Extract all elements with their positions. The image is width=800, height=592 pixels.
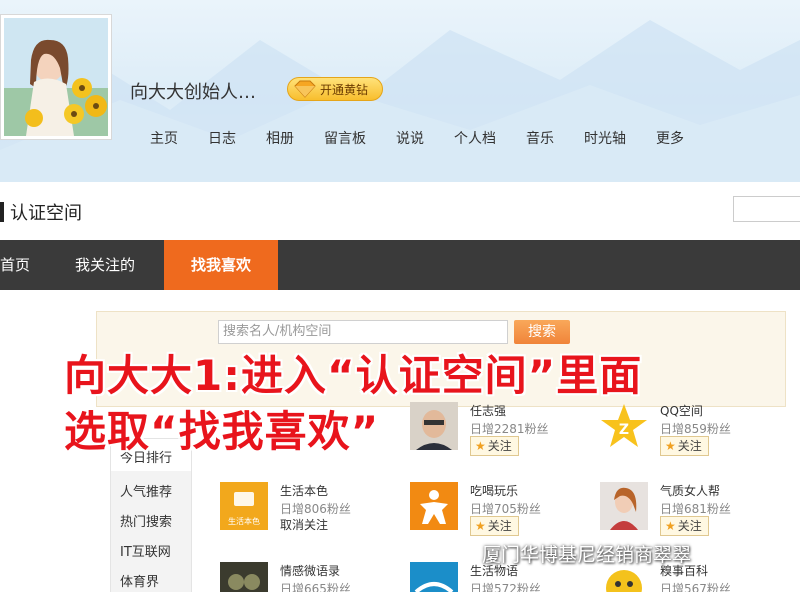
mountain-background (0, 20, 800, 182)
card-name[interactable]: 任志强 (470, 402, 506, 419)
card-name[interactable]: 生活本色 (280, 482, 328, 499)
tab-find-favorites[interactable]: 找我喜欢 (164, 240, 278, 290)
profile-nav: 主页 日志 相册 留言板 说说 个人档 音乐 时光轴 更多 (150, 128, 714, 148)
svg-text:生活本色: 生活本色 (228, 516, 260, 526)
tab-home[interactable]: 首页 (0, 240, 30, 290)
unfollow-link[interactable]: 取消关注 (280, 516, 328, 533)
follow-button[interactable]: ★ 关注 (660, 516, 709, 536)
card-name[interactable]: 吃喝玩乐 (470, 482, 518, 499)
card-fans: 日增681粉丝 (660, 502, 731, 516)
star-icon: ★ (475, 439, 486, 453)
card-thumb (220, 562, 268, 592)
sidebar-item-hot-search[interactable]: 热门搜索 (120, 511, 172, 530)
open-vip-label: 开通黄钻 (320, 82, 369, 97)
avatar[interactable] (0, 14, 112, 140)
star-icon: ★ (475, 519, 486, 533)
follow-label: 关注 (677, 519, 702, 533)
sidebar-item-popular[interactable]: 人气推荐 (120, 481, 172, 500)
wechat-watermark: 厦门华博基尼经销商翠翠 (448, 537, 691, 569)
nav-home[interactable]: 主页 (150, 128, 178, 148)
card-name[interactable]: QQ空间 (660, 402, 703, 419)
nav-guestbook[interactable]: 留言板 (324, 128, 366, 148)
card-name[interactable]: 情感微语录 (280, 562, 340, 579)
follow-label: 关注 (487, 439, 512, 453)
card-thumb (410, 482, 458, 530)
celebrity-card[interactable]: 任志强 日增2281粉丝 ★ 关注 (410, 402, 590, 458)
certified-space-title: 认证空间 (0, 199, 82, 225)
sidebar-item-sports[interactable]: 体育界 (120, 571, 159, 590)
search-input[interactable]: 搜索名人/机构空间 (218, 320, 508, 344)
celebrity-card[interactable]: 生活本色 生活本色 日增806粉丝 取消关注 (220, 482, 400, 538)
search-button[interactable]: 搜索 (514, 320, 570, 344)
card-fans: 日增572粉丝 (470, 582, 541, 592)
star-icon: ★ (665, 439, 676, 453)
celebrity-card[interactable]: 情感微语录 日增665粉丝 (220, 562, 400, 592)
qzone-star-icon: Z (600, 402, 648, 450)
cert-search-input[interactable] (733, 196, 800, 222)
celebrity-card[interactable]: 气质女人帮 日增681粉丝 ★ 关注 (600, 482, 780, 538)
qzone-page: 向大大创始人… 开通黄钻 主页 日志 相册 留言板 说说 个人档 音乐 时光轴 … (0, 0, 800, 592)
wechat-icon (448, 542, 477, 564)
card-name[interactable]: 气质女人帮 (660, 482, 720, 499)
follow-label: 关注 (487, 519, 512, 533)
card-fans: 日增567粉丝 (660, 582, 731, 592)
card-thumb: 生活本色 (220, 482, 268, 530)
card-fans: 日增705粉丝 (470, 502, 541, 516)
nav-timeline[interactable]: 时光轴 (584, 128, 626, 148)
tab-following[interactable]: 我关注的 (75, 240, 135, 290)
nav-shuoshuo[interactable]: 说说 (396, 128, 424, 148)
diamond-icon (294, 80, 316, 98)
ranking-sidebar: 今日排行 人气推荐 热门搜索 IT互联网 体育界 (110, 438, 192, 592)
follow-button[interactable]: ★ 关注 (470, 436, 519, 456)
card-fans: 日增2281粉丝 (470, 422, 549, 436)
instruction-line-1: 向大大1:进入“认证空间”里面 (64, 351, 643, 400)
celebrity-card[interactable]: Z QQ空间 日增859粉丝 ★ 关注 (600, 402, 780, 458)
follow-label: 关注 (677, 439, 702, 453)
nav-album[interactable]: 相册 (266, 128, 294, 148)
card-fans: 日增859粉丝 (660, 422, 731, 436)
star-icon: ★ (665, 519, 676, 533)
tab-bar: 首页 我关注的 找我喜欢 (0, 240, 800, 290)
sidebar-item-it[interactable]: IT互联网 (120, 541, 171, 560)
card-thumb (600, 482, 648, 530)
nav-music[interactable]: 音乐 (526, 128, 554, 148)
certified-space-label: 认证空间 (10, 203, 82, 224)
avatar-photo (4, 18, 108, 136)
profile-name: 向大大创始人… (130, 82, 256, 103)
instruction-line-2: 选取“找我喜欢” (64, 407, 380, 456)
follow-button[interactable]: ★ 关注 (470, 516, 519, 536)
card-fans: 日增806粉丝 (280, 502, 351, 516)
card-fans: 日增665粉丝 (280, 582, 351, 592)
follow-button[interactable]: ★ 关注 (660, 436, 709, 456)
nav-more[interactable]: 更多 (656, 128, 684, 148)
open-vip-button[interactable]: 开通黄钻 (287, 77, 383, 101)
certified-space-bar: 认证空间 (0, 182, 800, 240)
celebrity-thumb (410, 402, 458, 450)
nav-blog[interactable]: 日志 (208, 128, 236, 148)
celebrity-card[interactable]: 吃喝玩乐 日增705粉丝 ★ 关注 (410, 482, 590, 538)
svg-text:Z: Z (619, 422, 629, 438)
watermark-text: 厦门华博基尼经销商翠翠 (482, 543, 692, 566)
title-marker (0, 202, 4, 222)
profile-header: 向大大创始人… 开通黄钻 主页 日志 相册 留言板 说说 个人档 音乐 时光轴 … (0, 0, 800, 182)
nav-profile[interactable]: 个人档 (454, 128, 496, 148)
